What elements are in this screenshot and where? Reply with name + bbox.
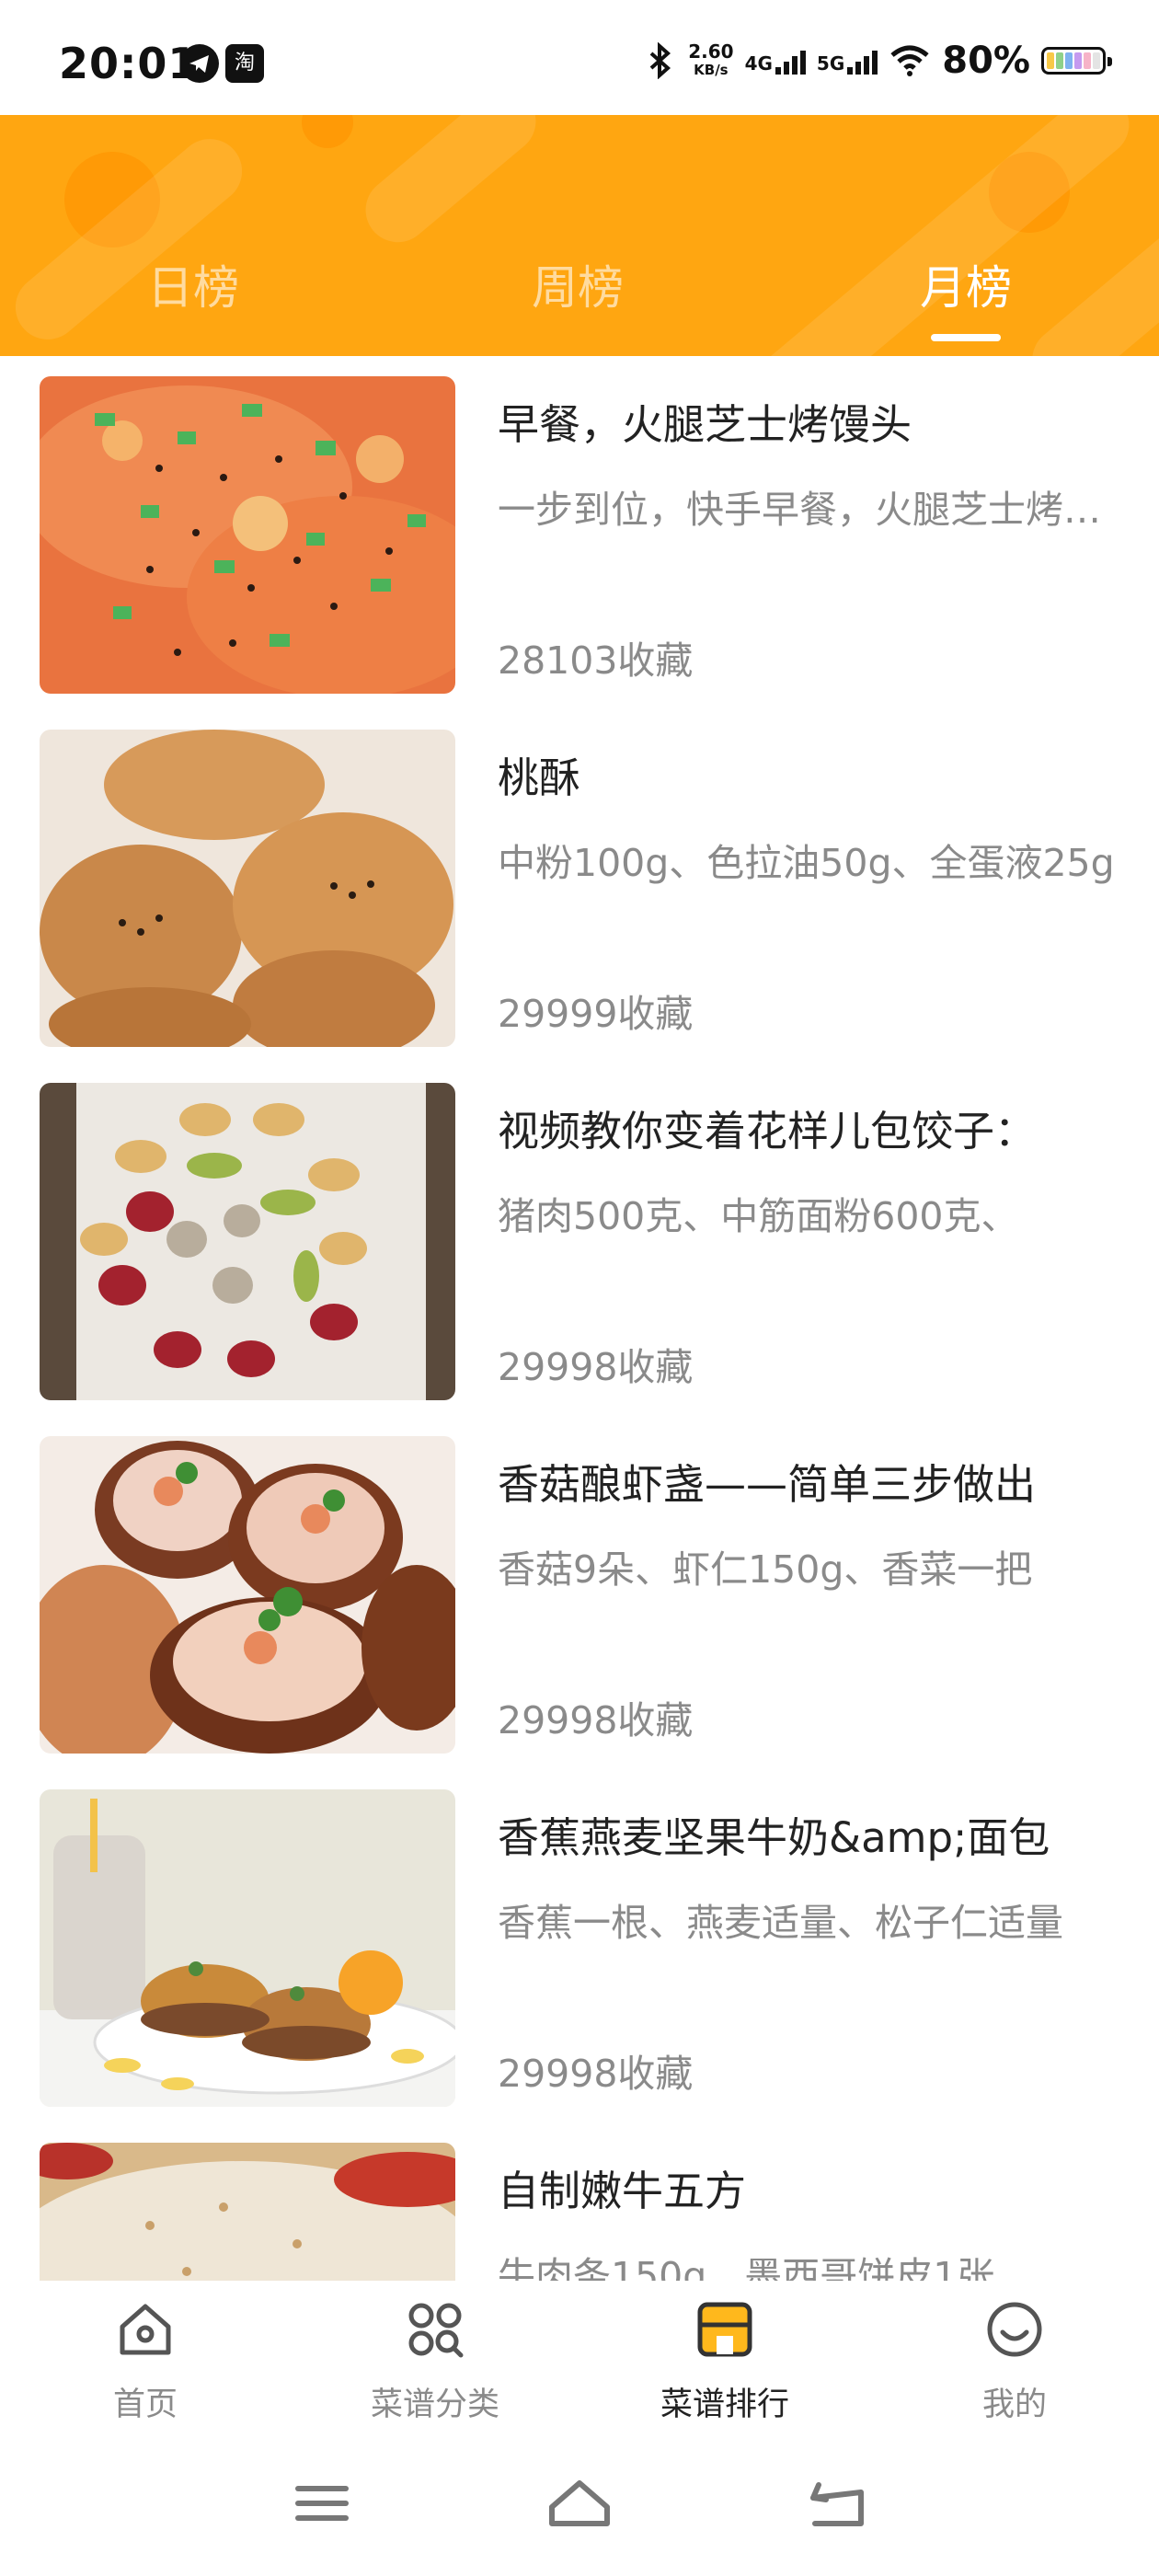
system-navigation-bar	[0, 2437, 1159, 2576]
status-bar: 20:01 淘 2.60 KB/s 4G 5G 80%	[0, 0, 1159, 115]
dumpling-image	[40, 1083, 455, 1400]
nav-category[interactable]: 菜谱分类	[334, 2299, 536, 2425]
telegram-icon	[180, 44, 219, 83]
recipe-description: 牛肉条150g、墨西哥饼皮1张、	[498, 2254, 1033, 2281]
recipe-thumbnail	[40, 376, 455, 694]
profile-icon	[987, 2302, 1042, 2357]
network-speed-unit: KB/s	[694, 62, 729, 78]
nav-label: 菜谱排行	[660, 2386, 789, 2423]
recipe-favorites: 29998收藏	[498, 2052, 694, 2096]
recipe-item[interactable]: 自制嫩牛五方 牛肉条150g、墨西哥饼皮1张、	[0, 2122, 1159, 2281]
recipe-title[interactable]: 自制嫩牛五方	[498, 2157, 1123, 2217]
recipe-favorites: 29999收藏	[498, 992, 694, 1036]
recipe-title[interactable]: 视频教你变着花样儿包饺子：	[498, 1098, 1123, 1157]
signal-4g-icon: 4G	[745, 47, 806, 75]
recipe-title[interactable]: 香蕉燕麦坚果牛奶&amp;面包	[498, 1804, 1123, 1864]
signal-5g-icon: 5G	[817, 47, 878, 75]
header-decoration-stripe	[352, 115, 549, 256]
recipe-thumbnail	[40, 730, 455, 1047]
recipe-title[interactable]: 早餐，火腿芝士烤馒头	[498, 391, 1123, 451]
recipe-description: 香菇9朵、虾仁150g、香菜一把	[498, 1547, 1033, 1592]
system-home-icon[interactable]	[543, 2476, 616, 2531]
nav-ranking[interactable]: 菜谱排行	[624, 2299, 826, 2425]
tab-daily[interactable]: 日榜	[147, 251, 239, 317]
recipe-thumbnail	[40, 1436, 455, 1754]
status-time: 20:01	[59, 39, 199, 88]
category-icon	[408, 2303, 464, 2358]
toast-image	[40, 376, 455, 694]
ranking-icon	[697, 2302, 752, 2357]
battery-percent: 80%	[942, 40, 1030, 82]
recipe-item[interactable]: 香蕉燕麦坚果牛奶&amp;面包 香蕉一根、燕麦适量、松子仁适量 29998收藏	[0, 1769, 1159, 2107]
status-right-group: 2.60 KB/s 4G 5G 80%	[644, 37, 1112, 85]
battery-icon	[1041, 47, 1112, 75]
nav-label: 菜谱分类	[370, 2386, 499, 2423]
recipe-list[interactable]: 早餐，火腿芝士烤馒头 一步到位，快手早餐，火腿芝士烤馒头 28103收藏 桃酥 …	[0, 356, 1159, 2281]
recipe-favorites: 29998收藏	[498, 1698, 694, 1742]
header-decoration-circle	[302, 115, 353, 148]
home-icon	[120, 2304, 171, 2355]
nav-profile[interactable]: 我的	[913, 2299, 1116, 2425]
taobao-icon: 淘	[225, 44, 264, 83]
recipe-description: 猪肉500克、中筋面粉600克、	[498, 1194, 1019, 1238]
recipe-favorites: 29998收藏	[498, 1345, 694, 1389]
menu-icon[interactable]	[285, 2476, 359, 2531]
nav-label: 我的	[981, 2386, 1047, 2423]
network-speed: 2.60 KB/s	[688, 42, 733, 79]
recipe-favorites: 28103收藏	[498, 638, 694, 683]
nav-home[interactable]: 首页	[44, 2299, 247, 2425]
recipe-title[interactable]: 桃酥	[498, 744, 1123, 804]
tab-monthly[interactable]: 月榜	[920, 251, 1012, 317]
network-speed-value: 2.60	[688, 40, 734, 63]
recipe-title[interactable]: 香菇酿虾盏——简单三步做出	[498, 1451, 1123, 1511]
recipe-description: 香蕉一根、燕麦适量、松子仁适量	[498, 1901, 1063, 1945]
recipe-description: 中粉100g、色拉油50g、全蛋液25g	[498, 841, 1115, 885]
nav-label: 首页	[112, 2386, 178, 2423]
tab-active-indicator	[931, 334, 1001, 341]
ranking-header: 日榜 周榜 月榜	[0, 115, 1159, 356]
banana-image	[40, 1789, 455, 2107]
wifi-icon	[890, 45, 929, 76]
shrimp-image	[40, 1436, 455, 1754]
signal-5g-label: 5G	[816, 52, 845, 75]
recipe-item[interactable]: 早餐，火腿芝士烤馒头 一步到位，快手早餐，火腿芝士烤馒头 28103收藏	[0, 356, 1159, 694]
tortilla-image	[40, 2143, 455, 2281]
tab-weekly[interactable]: 周榜	[532, 251, 624, 317]
cookie-image	[40, 730, 455, 1047]
recipe-thumbnail	[40, 1789, 455, 2107]
recipe-thumbnail	[40, 2143, 455, 2281]
recipe-item[interactable]: 香菇酿虾盏——简单三步做出 香菇9朵、虾仁150g、香菜一把 29998收藏	[0, 1416, 1159, 1754]
recipe-item[interactable]: 视频教你变着花样儿包饺子： 猪肉500克、中筋面粉600克、 29998收藏	[0, 1063, 1159, 1400]
recipe-thumbnail	[40, 1083, 455, 1400]
bluetooth-icon	[649, 42, 671, 79]
recipe-description: 一步到位，快手早餐，火腿芝士烤馒头	[498, 488, 1123, 532]
signal-4g-label: 4G	[744, 52, 773, 75]
bottom-navigation: 首页 菜谱分类 菜谱排行 我的	[0, 2281, 1159, 2437]
recipe-item[interactable]: 桃酥 中粉100g、色拉油50g、全蛋液25g 29999收藏	[0, 709, 1159, 1047]
back-icon[interactable]	[800, 2476, 874, 2531]
